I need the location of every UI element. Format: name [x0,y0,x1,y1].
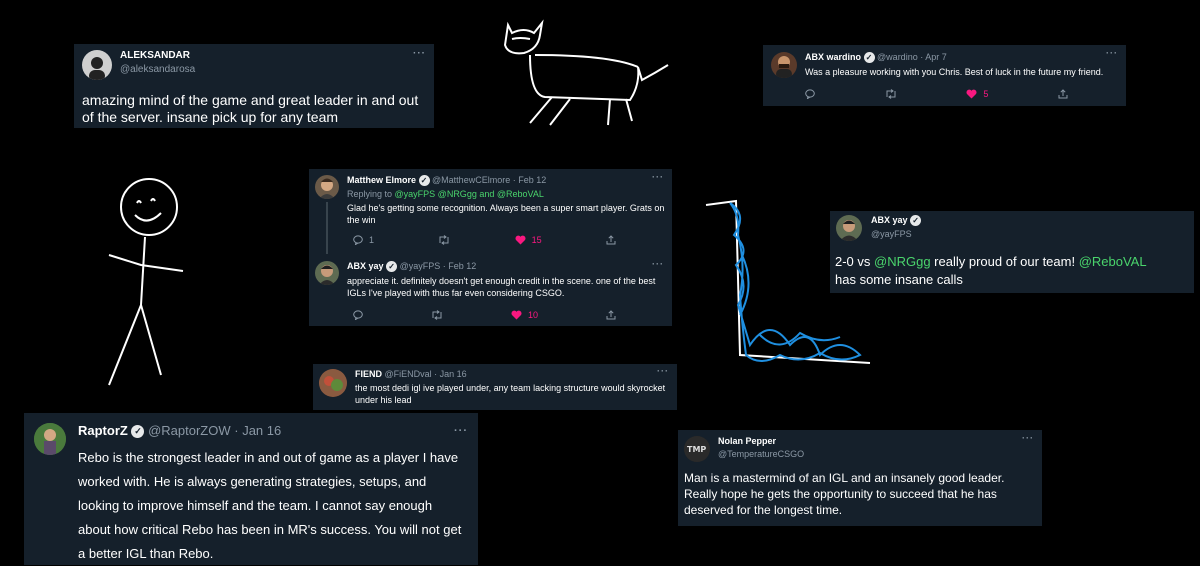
tweet-text-part: really proud of our team! [930,254,1079,269]
handle[interactable]: @aleksandarosa [120,64,195,75]
handle[interactable]: @yayFPS [400,261,441,271]
reply-button[interactable] [353,310,363,320]
like-count: 5 [983,89,989,99]
tweet-text: appreciate it. definitely doesn't get en… [347,276,656,299]
tweet-nolan[interactable]: TMP Nolan Pepper @TemperatureCSGO ··· Ma… [678,430,1042,526]
share-icon [606,310,616,320]
more-icon[interactable]: ··· [1022,433,1034,443]
avatar[interactable]: TMP [684,436,710,462]
like-button[interactable]: 10 [511,310,538,320]
tweet-wardino[interactable]: ABX wardino ✓ @wardino · Apr 7 Was a ple… [763,45,1126,106]
like-count: 15 [531,235,542,245]
avatar[interactable] [315,261,339,285]
reply-icon [805,89,815,99]
share-icon [606,235,616,245]
tweet-fiend[interactable]: FIEND @FiENDval · Jan 16 the most dedi i… [313,364,677,410]
like-button[interactable]: 15 [515,235,542,245]
retweet-button[interactable] [431,310,443,320]
share-button[interactable] [606,235,616,245]
timestamp[interactable]: · Feb 12 [513,175,547,185]
like-count: 10 [527,310,538,320]
handle[interactable]: @RaptorZOW [148,423,231,438]
verified-icon: ✓ [418,175,430,187]
avatar[interactable] [315,175,339,199]
display-name[interactable]: ALEKSANDAR [120,50,195,61]
tweet-thread-elmore[interactable]: Matthew Elmore ✓ @MatthewCElmore · Feb 1… [309,169,672,326]
handle[interactable]: @wardino [877,52,918,62]
handle[interactable]: @yayFPS [871,229,921,239]
tweet-actions: 1 15 [353,235,616,245]
reply-icon [353,310,363,320]
reply-icon [353,235,363,245]
stick-figure-doodle [108,178,184,386]
avatar[interactable] [771,52,797,78]
timestamp[interactable]: · Jan 16 [234,423,281,438]
verified-icon: ✓ [386,261,398,273]
tweet-yay-main[interactable]: ABX yay ✓ @yayFPS 2-0 vs @NRGgg really p… [830,211,1194,293]
heart-icon [511,310,522,320]
tweet-aleksandar[interactable]: ALEKSANDAR @aleksandarosa ··· amazing mi… [74,44,434,128]
tweet-text: the most dedi igl ive played under, any … [355,383,666,405]
svg-text:TMP: TMP [687,445,706,454]
thread-connector [326,202,328,254]
tweet-text: Was a pleasure working with you Chris. B… [805,67,1104,78]
display-name[interactable]: ABX wardino [805,52,861,62]
more-icon[interactable]: ··· [652,172,664,182]
more-icon[interactable]: ··· [454,425,468,437]
display-name[interactable]: ABX yay [871,215,908,225]
display-name[interactable]: ABX yay [347,261,384,271]
tweet-actions: 10 [353,310,616,320]
tweet-actions: 5 [805,89,1068,99]
tweet-text: amazing mind of the game and great leade… [82,92,419,125]
retweet-button[interactable] [438,235,450,245]
avatar[interactable] [34,423,66,455]
reply-count: 1 [369,235,375,245]
more-icon[interactable]: ··· [652,259,664,269]
replying-to-label: Replying to [347,189,395,200]
heart-icon [515,235,526,245]
more-icon[interactable]: ··· [413,48,426,59]
tweet-text: Glad he's getting some recognition. Alwa… [347,203,665,226]
avatar[interactable] [319,369,347,397]
share-button[interactable] [1058,89,1068,99]
timestamp[interactable]: · Jan 16 [434,369,467,379]
display-name[interactable]: RaptorZ [78,423,128,438]
retweet-button[interactable] [885,89,897,99]
retweet-icon [886,89,896,99]
mention-nrg[interactable]: @NRGgg [874,254,931,269]
mention-rebo[interactable]: @ReboVAL [1079,254,1147,269]
share-icon [1058,89,1068,99]
like-button[interactable]: 5 [966,89,988,99]
avatar[interactable] [82,50,112,80]
tweet-text: 2-0 vs @NRGgg really proud of our team! … [835,253,1185,289]
retweet-icon [439,235,449,245]
display-name[interactable]: Matthew Elmore [347,175,416,185]
handle[interactable]: @MatthewCElmore [432,175,510,185]
tweet-text: Rebo is the strongest leader in and out … [78,450,462,562]
verified-icon: ✓ [131,425,145,439]
retweet-icon [432,310,442,320]
cat-doodle [503,19,669,126]
scribble-doodle [705,199,871,364]
tweet-text: Man is a mastermind of an IGL and an ins… [684,471,1005,517]
timestamp[interactable]: · Apr 7 [920,52,947,62]
tweet-raptorz[interactable]: RaptorZ ✓ @RaptorZOW · Jan 16 Rebo is th… [24,413,478,565]
reply-button[interactable]: 1 [353,235,374,245]
replying-to-mentions[interactable]: @yayFPS @NRGgg and @ReboVAL [395,189,544,199]
handle[interactable]: @FiENDval [385,369,432,379]
display-name[interactable]: Nolan Pepper [718,436,804,446]
timestamp[interactable]: · Feb 12 [443,261,477,271]
share-button[interactable] [606,310,616,320]
reply-button[interactable] [805,89,815,99]
more-icon[interactable]: ··· [657,366,669,376]
verified-icon: ✓ [910,215,922,227]
display-name[interactable]: FIEND [355,369,382,379]
more-icon[interactable]: ··· [1106,48,1118,58]
heart-icon [966,89,977,99]
verified-icon: ✓ [863,52,875,64]
handle[interactable]: @TemperatureCSGO [718,449,804,459]
